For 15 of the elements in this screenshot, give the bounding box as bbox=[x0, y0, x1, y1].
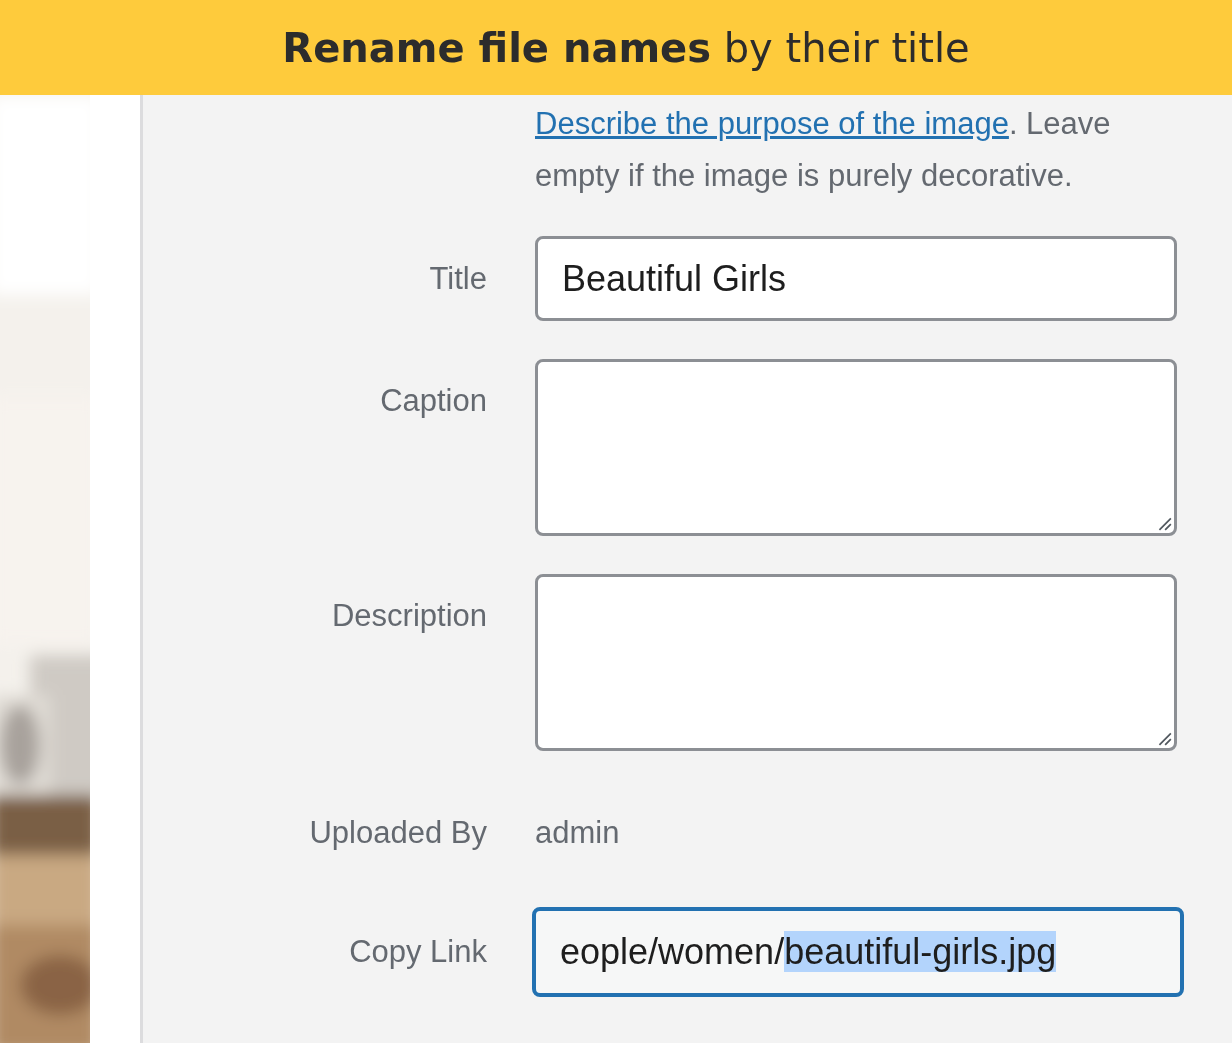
copy-link-field[interactable]: eople/women/beautiful-girls.jpg bbox=[532, 907, 1184, 997]
resize-handle-icon[interactable] bbox=[1156, 515, 1172, 531]
field-label: Caption bbox=[380, 382, 487, 420]
field-label: Description bbox=[331, 597, 487, 635]
textarea-field[interactable] bbox=[535, 574, 1177, 751]
field-label: Uploaded By bbox=[309, 814, 487, 852]
field-label: Title bbox=[429, 259, 487, 298]
help-text: Describe the purpose of the image. Leave empty if the image is purely decorative. bbox=[535, 105, 1112, 195]
input-field[interactable]: Beautiful Girls bbox=[535, 236, 1177, 321]
banner-title: Rename file names by their title bbox=[281, 24, 970, 71]
resize-handle-icon[interactable] bbox=[1156, 730, 1172, 746]
field-label: Copy Link bbox=[349, 933, 487, 971]
help-link[interactable]: Describe the purpose of the image bbox=[535, 106, 1009, 141]
field-value: admin bbox=[535, 815, 620, 851]
textarea-field[interactable] bbox=[535, 359, 1177, 536]
